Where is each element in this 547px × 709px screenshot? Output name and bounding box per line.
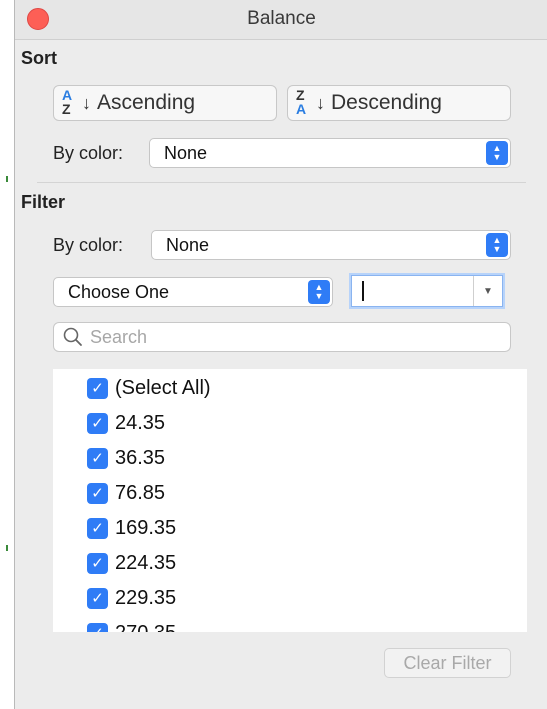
- clear-filter-button[interactable]: Clear Filter: [384, 648, 511, 678]
- sort-by-color-value: None: [164, 142, 208, 163]
- descending-button[interactable]: AZ ↓ Descending: [287, 85, 511, 121]
- text-caret: [362, 281, 364, 301]
- item-label: 24.35: [115, 411, 166, 434]
- checkbox-checked-icon[interactable]: ✓: [87, 552, 108, 574]
- checkbox-checked-icon[interactable]: ✓: [87, 447, 108, 469]
- item-label: 76.85: [115, 481, 166, 504]
- item-label: (Select All): [115, 376, 211, 399]
- condition-select[interactable]: Choose One ▲ ▼: [53, 277, 333, 307]
- list-item[interactable]: ✓ 76.85: [87, 478, 165, 508]
- item-label: 169.35: [115, 516, 177, 539]
- descending-label: Descending: [331, 91, 442, 114]
- filter-dialog: Balance Sort AZ ↓ Ascending AZ ↓ Descend…: [14, 0, 547, 709]
- list-item[interactable]: ✓ 229.35: [87, 583, 176, 613]
- sort-descending-icon: AZ: [296, 87, 307, 117]
- item-label: 224.35: [115, 551, 177, 574]
- ascending-button[interactable]: AZ ↓ Ascending: [53, 85, 277, 121]
- select-stepper-icon: ▲ ▼: [308, 280, 330, 304]
- section-divider: [37, 182, 526, 183]
- filter-values-list[interactable]: ✓ (Select All) ✓ 24.35 ✓ 36.35 ✓ 76.85 ✓ 169.…: [53, 369, 527, 632]
- arrow-down-icon: ↓: [316, 92, 325, 113]
- list-item[interactable]: ✓ 36.35: [87, 443, 165, 473]
- item-label: 229.35: [115, 586, 177, 609]
- list-item[interactable]: ✓ 270.35: [87, 618, 176, 632]
- window-title: Balance: [247, 8, 316, 29]
- filter-by-color-label: By color:: [53, 235, 124, 255]
- select-stepper-icon: ▲ ▼: [486, 141, 508, 165]
- sort-ascending-icon: AZ: [62, 87, 73, 117]
- ascending-label: Ascending: [97, 91, 196, 114]
- sheet-mark: [6, 545, 8, 551]
- checkbox-checked-icon[interactable]: ✓: [87, 412, 108, 434]
- list-item[interactable]: ✓ 169.35: [87, 513, 176, 543]
- sort-by-color-select[interactable]: None ▲ ▼: [149, 138, 511, 168]
- sort-heading: Sort: [21, 48, 57, 68]
- sheet-mark: [6, 176, 8, 182]
- search-input[interactable]: [90, 326, 510, 348]
- item-label: 36.35: [115, 446, 166, 469]
- dropdown-arrow-icon[interactable]: ▼: [473, 276, 502, 306]
- sort-by-color-label: By color:: [53, 143, 124, 163]
- condition-value-combo[interactable]: ▼: [351, 275, 503, 307]
- list-item[interactable]: ✓ (Select All): [87, 373, 211, 403]
- search-field[interactable]: [53, 322, 511, 352]
- checkbox-checked-icon[interactable]: ✓: [87, 377, 108, 399]
- checkbox-checked-icon[interactable]: ✓: [87, 517, 108, 539]
- list-item[interactable]: ✓ 224.35: [87, 548, 176, 578]
- filter-heading: Filter: [21, 192, 66, 212]
- select-stepper-icon: ▲ ▼: [486, 233, 508, 257]
- list-item[interactable]: ✓ 24.35: [87, 408, 165, 438]
- arrow-down-icon: ↓: [82, 92, 91, 113]
- filter-by-color-value: None: [166, 234, 210, 255]
- condition-value: Choose One: [68, 281, 170, 302]
- checkbox-checked-icon[interactable]: ✓: [87, 482, 108, 504]
- checkbox-checked-icon[interactable]: ✓: [87, 622, 108, 632]
- search-icon: [63, 327, 82, 346]
- checkbox-checked-icon[interactable]: ✓: [87, 587, 108, 609]
- title-bar: Balance: [15, 0, 547, 40]
- filter-by-color-select[interactable]: None ▲ ▼: [151, 230, 511, 260]
- item-label: 270.35: [115, 622, 176, 633]
